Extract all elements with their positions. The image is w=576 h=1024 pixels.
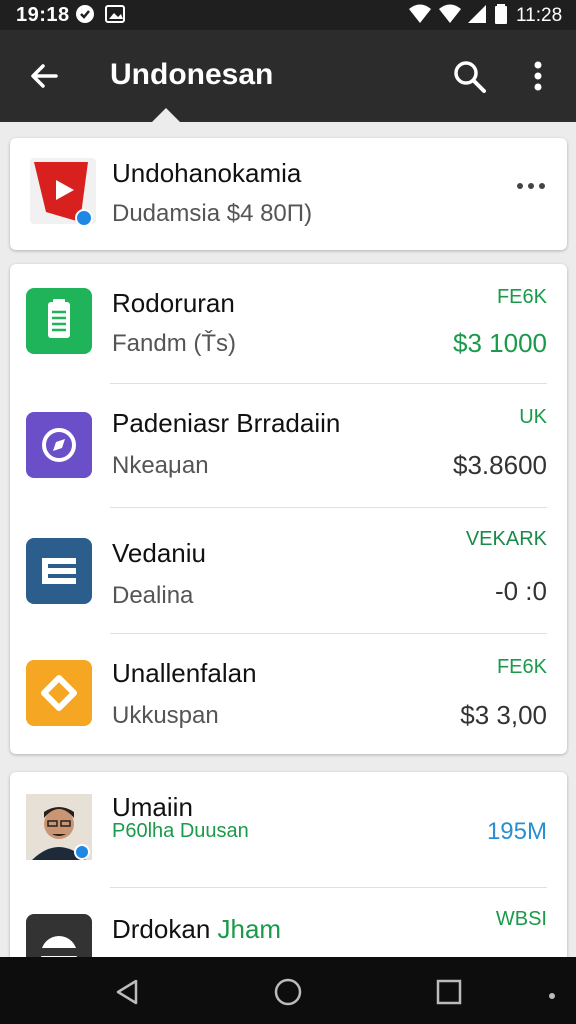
- transactions-card: Rodoruran Fandm (Ťs) FE6K $3 1000 Padeni…: [10, 264, 567, 754]
- item-tag: FE6K: [496, 656, 547, 678]
- signal-icon: [466, 3, 488, 31]
- featured-subtitle: Dudamsia $4 80Π): [112, 200, 313, 227]
- more-horiz-icon[interactable]: [514, 176, 548, 196]
- status-time: 19:18: [16, 4, 70, 26]
- contact-name: Umaiin: [112, 792, 193, 822]
- nav-dot-icon: [548, 987, 556, 999]
- more-vert-icon[interactable]: [522, 56, 554, 96]
- item-subtitle: Dealina: [112, 582, 194, 609]
- item-subtitle: Nkeaμan: [112, 452, 209, 479]
- page-title: Undonesan: [110, 58, 274, 91]
- system-nav-bar: [0, 957, 576, 1024]
- sync-icon: [74, 3, 96, 31]
- contact-tag: WBSI: [495, 908, 547, 930]
- tab-indicator: [152, 108, 180, 122]
- featured-title: Undohanokamia: [112, 158, 302, 188]
- back-icon[interactable]: [110, 975, 144, 1009]
- contact-name: Drdokan: [112, 914, 211, 944]
- tag-icon: [26, 660, 92, 726]
- home-icon[interactable]: [271, 975, 305, 1009]
- app-bar: Undonesan: [0, 30, 576, 122]
- contact-subtitle: P60lha Duusan: [112, 820, 249, 842]
- list-item[interactable]: Unallenfalan Ukkuspan FE6K $3 3,00: [10, 634, 567, 754]
- item-title: Padeniasr Brradaiin: [112, 408, 341, 438]
- item-amount: -0 :0: [494, 576, 547, 606]
- status-time-right: 11:28: [516, 5, 563, 26]
- compass-icon: [26, 412, 92, 478]
- item-amount: $3 1000: [453, 328, 547, 358]
- text-lines-icon: [26, 538, 92, 604]
- contact-name-highlight: Jham: [217, 914, 282, 944]
- document-icon: [26, 288, 92, 354]
- wifi-icon-2: [438, 3, 462, 31]
- recents-icon[interactable]: [432, 975, 466, 1009]
- battery-icon: [494, 3, 508, 31]
- back-arrow-icon[interactable]: [24, 56, 64, 96]
- item-tag: FE6K: [496, 286, 547, 308]
- item-title: Vedaniu: [112, 538, 206, 568]
- item-tag: VEKARK: [465, 528, 547, 550]
- item-subtitle: Fandm (Ťs): [112, 330, 237, 357]
- wifi-icon: [408, 3, 432, 31]
- video-play-icon: [28, 156, 100, 228]
- contact-row[interactable]: Umaiin P60lha Duusan 195M: [10, 772, 567, 888]
- list-item[interactable]: Rodoruran Fandm (Ťs) FE6K $3 1000: [10, 264, 567, 384]
- contact-tag: 195M: [486, 818, 547, 845]
- featured-card[interactable]: Undohanokamia Dudamsia $4 80Π): [10, 138, 567, 250]
- list-item[interactable]: Vedaniu Dealina VEKARK -0 :0: [10, 508, 567, 634]
- list-item[interactable]: Padeniasr Brradaiin Nkeaμan UK $3.8600: [10, 384, 567, 508]
- item-title: Rodoruran: [112, 288, 235, 318]
- item-title: Unallenfalan: [112, 658, 257, 688]
- search-icon[interactable]: [450, 56, 490, 96]
- contact-name-row: Drdokan Jham: [112, 914, 281, 945]
- item-subtitle: Ukkuspan: [112, 702, 219, 729]
- status-bar: 19:18 11:28: [0, 0, 576, 30]
- avatar: [26, 794, 92, 860]
- item-amount: $3 3,00: [460, 700, 547, 730]
- item-amount: $3.8600: [453, 450, 547, 480]
- item-tag: UK: [519, 406, 547, 428]
- people-card: Umaiin P60lha Duusan 195M Drdokan Jham W…: [10, 772, 567, 972]
- image-icon: [104, 3, 126, 31]
